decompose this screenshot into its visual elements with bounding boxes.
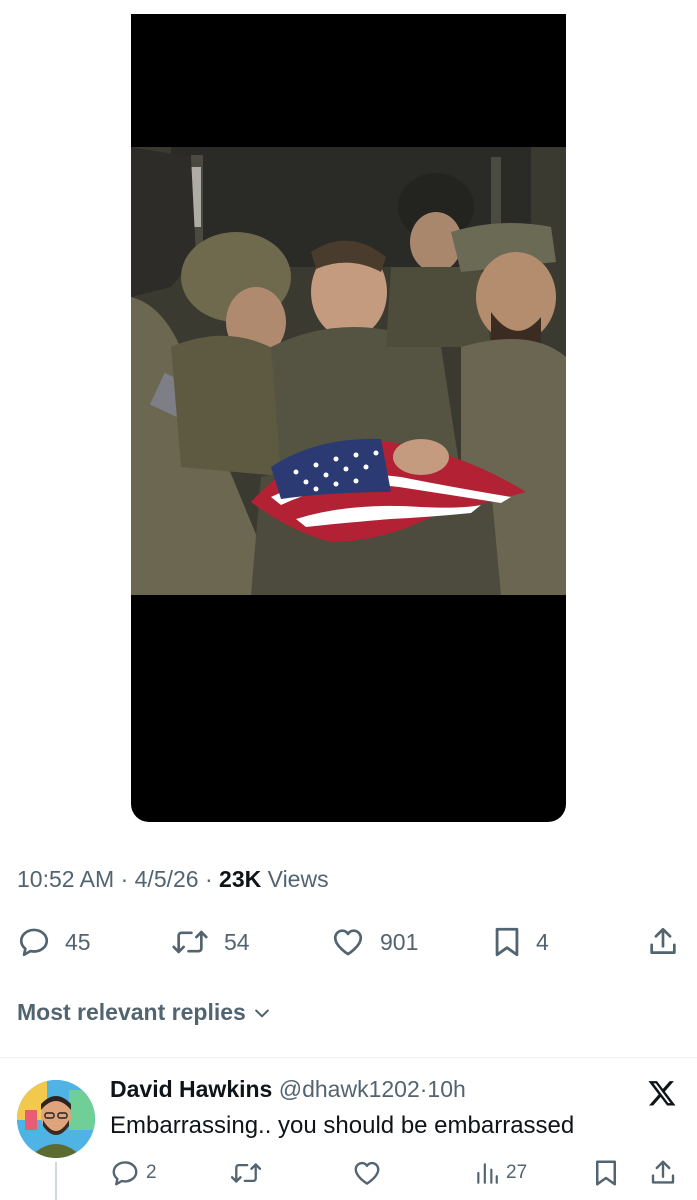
reply-bookmark-button[interactable] bbox=[593, 1156, 619, 1190]
repost-count: 54 bbox=[224, 928, 250, 955]
share-upload-icon bbox=[651, 1160, 675, 1184]
speech-bubble-icon bbox=[112, 1161, 138, 1186]
x-logo-icon[interactable] bbox=[647, 1078, 677, 1108]
bar-chart-icon bbox=[477, 1163, 498, 1184]
views-label[interactable]: Views bbox=[268, 866, 329, 892]
heart-icon bbox=[333, 929, 363, 956]
heart-icon bbox=[354, 1161, 380, 1185]
reply-action-bar: 2 27 bbox=[0, 1156, 697, 1190]
share-button[interactable] bbox=[646, 918, 680, 966]
bookmark-icon bbox=[495, 927, 519, 957]
meta-separator: · bbox=[120, 866, 135, 892]
avatar-illustration bbox=[17, 1080, 95, 1158]
reply-share-button[interactable] bbox=[648, 1156, 678, 1190]
reply-repost-button[interactable] bbox=[229, 1156, 263, 1190]
post-media[interactable] bbox=[131, 14, 566, 822]
avatar[interactable] bbox=[17, 1080, 95, 1158]
repost-arrows-icon bbox=[172, 930, 208, 954]
reply-time[interactable]: 10h bbox=[427, 1076, 465, 1102]
reply-views-count: 27 bbox=[506, 1162, 528, 1183]
replies-sort-dropdown[interactable]: Most relevant replies bbox=[17, 999, 272, 1026]
bookmark-button[interactable]: 4 bbox=[492, 918, 549, 966]
chevron-down-icon bbox=[254, 1009, 269, 1017]
reply-reply-button[interactable]: 2 bbox=[110, 1156, 157, 1190]
reply-author-handle[interactable]: @dhawk1202 bbox=[279, 1076, 420, 1102]
post-action-bar: 45 54 901 4 bbox=[0, 918, 697, 966]
views-count[interactable]: 23K bbox=[219, 866, 261, 892]
post-date: 4/5/26 bbox=[134, 866, 199, 892]
post-photo[interactable] bbox=[131, 147, 566, 595]
post-meta: 10:52 AM · 4/5/26 · 23K Views bbox=[17, 866, 329, 893]
reply-reply-count: 2 bbox=[146, 1162, 157, 1183]
reply-header: David Hawkins @dhawk1202·10h bbox=[110, 1076, 466, 1103]
reply-like-button[interactable] bbox=[352, 1156, 382, 1190]
repost-button[interactable]: 54 bbox=[170, 918, 250, 966]
like-button[interactable]: 901 bbox=[330, 918, 418, 966]
reply-author-name[interactable]: David Hawkins bbox=[110, 1076, 279, 1102]
reply-button[interactable]: 45 bbox=[17, 918, 91, 966]
reply-count: 45 bbox=[65, 928, 91, 955]
speech-bubble-icon bbox=[19, 928, 49, 957]
reply-text: Embarrassing.. you should be embarrassed bbox=[110, 1112, 575, 1139]
meta-separator: · bbox=[204, 866, 220, 892]
replies-sort-label: Most relevant replies bbox=[17, 999, 246, 1025]
bookmark-count: 4 bbox=[536, 928, 549, 955]
reply-item[interactable]: David Hawkins @dhawk1202·10h Embarrassin… bbox=[0, 1058, 697, 1200]
reply-views-button[interactable]: 27 bbox=[474, 1156, 527, 1190]
post-time: 10:52 AM bbox=[17, 866, 115, 892]
like-count: 901 bbox=[380, 928, 419, 955]
repost-arrows-icon bbox=[230, 1163, 262, 1183]
share-upload-icon bbox=[650, 927, 676, 954]
bookmark-icon bbox=[596, 1160, 616, 1186]
soldiers-photo-illustration bbox=[131, 147, 566, 595]
